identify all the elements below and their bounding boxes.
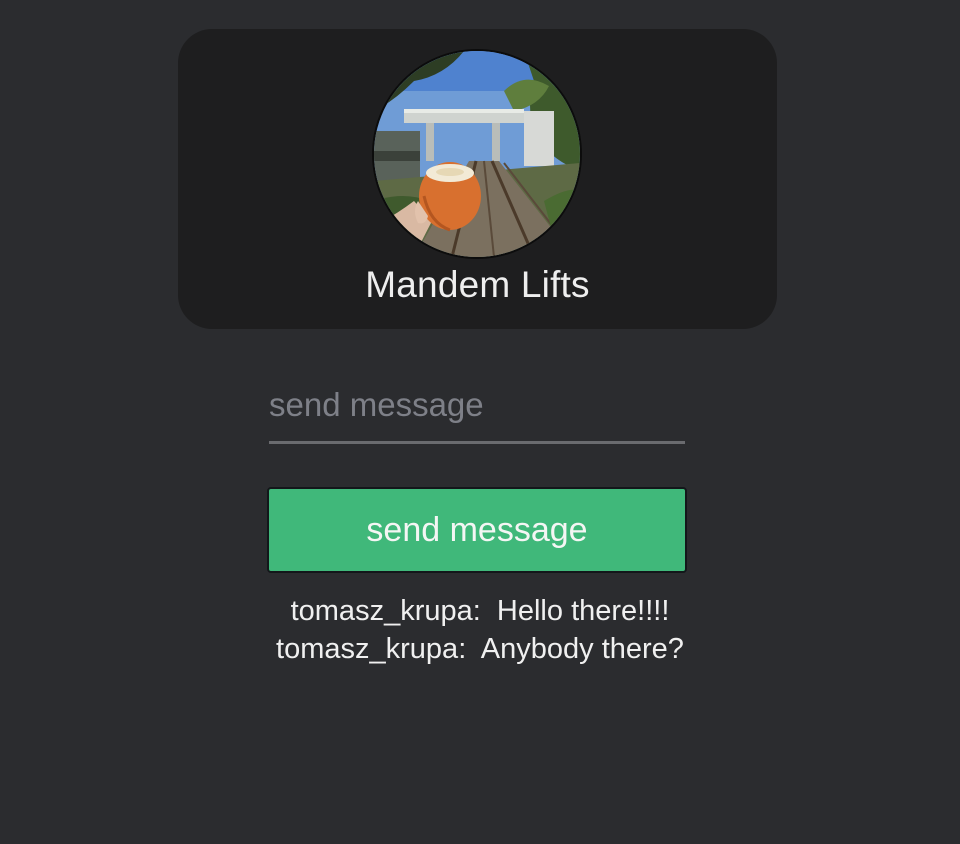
message-author: tomasz_krupa bbox=[290, 595, 473, 627]
message-input[interactable] bbox=[269, 378, 685, 444]
message-list: tomasz_krupa: Hello there!!!! tomasz_kru… bbox=[0, 592, 960, 668]
avatar-photo bbox=[374, 51, 580, 257]
list-item: tomasz_krupa: Hello there!!!! bbox=[0, 592, 960, 630]
profile-name: Mandem Lifts bbox=[365, 264, 590, 305]
message-text: Hello there!!!! bbox=[496, 595, 670, 627]
message-text: Anybody there? bbox=[480, 633, 684, 665]
list-item: tomasz_krupa: Anybody there? bbox=[0, 630, 960, 668]
send-message-button[interactable]: send message bbox=[267, 487, 687, 573]
message-separator: : bbox=[472, 595, 497, 627]
profile-card: Mandem Lifts bbox=[178, 29, 777, 329]
message-separator: : bbox=[458, 633, 481, 665]
avatar bbox=[374, 51, 580, 257]
message-author: tomasz_krupa bbox=[276, 633, 459, 665]
